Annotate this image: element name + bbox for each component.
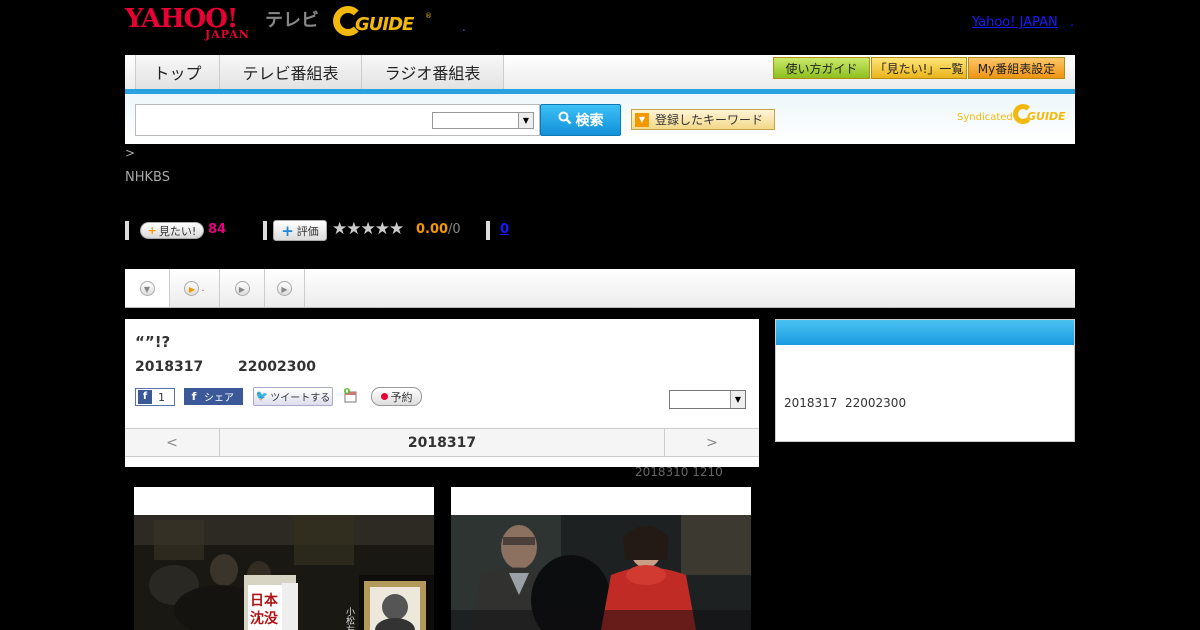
gguide-logo-text: GUIDE [355, 14, 414, 35]
scene-thumbnail-left[interactable]: 日本 沈没 小松左京 [134, 487, 434, 630]
registered-keyword-button[interactable]: ▼ 登録したキーワード [631, 109, 775, 130]
facebook-like-button[interactable]: f 1 [135, 388, 175, 406]
mitai-list-button[interactable]: 「見たい!」一覧 [871, 57, 967, 79]
tweet-button[interactable]: 🐦 ツイートする [253, 387, 333, 406]
facebook-icon: f [138, 390, 152, 404]
tweet-label: ツイートする [270, 393, 331, 404]
sidebar-time: 22002300 [845, 396, 907, 410]
japan-logo-text: JAPAN [205, 28, 250, 41]
reserve-button[interactable]: 予約 [371, 387, 422, 406]
plus-icon: + [147, 224, 157, 237]
arrow-down-icon: ▼ [635, 112, 649, 127]
guide-button[interactable]: 使い方ガイド [773, 57, 870, 79]
tab-detail[interactable]: ▼ [125, 269, 170, 307]
current-date: 2018317 [407, 434, 477, 451]
registered-mark: ® [425, 12, 432, 20]
header-dot: . [462, 20, 466, 34]
stat-divider [263, 221, 267, 240]
tab-radio-schedule[interactable]: ラジオ番組表 [361, 55, 504, 89]
rate-button[interactable]: + 評価 [273, 220, 327, 241]
syndicated-label: Syndicated [957, 112, 1013, 123]
yahoo-japan-link[interactable]: Yahoo! JAPAN [972, 15, 1058, 30]
search-button-label: 検索 [575, 113, 604, 129]
updated-timestamp: 2018310 1210 [635, 465, 723, 479]
program-action-select[interactable]: ▼ [669, 390, 746, 409]
stat-divider [125, 221, 129, 240]
search-category-select[interactable]: ▼ [432, 112, 534, 129]
detail-tabs: ▼ ▶ . ▶ ▶ [125, 269, 1075, 308]
stat-divider [486, 221, 490, 240]
rate-label: 評価 [296, 224, 319, 238]
scene-image-funeral: 日本 沈没 小松左京 [134, 515, 434, 630]
tab-third[interactable]: ▶ [220, 269, 265, 307]
program-time: 22002300 [238, 359, 316, 375]
facebook-icon: f [191, 389, 197, 403]
mitai-label: 見たい! [158, 224, 197, 238]
syndicated-gguide-logo: Syndicated GUIDE [957, 104, 1072, 128]
twitter-bird-icon: 🐦 [255, 391, 269, 402]
date-navigation: < 2018317 > [125, 428, 759, 457]
facebook-share-label: シェア [204, 393, 234, 404]
gguide-logo[interactable]: GUIDE ® [333, 6, 433, 42]
thumbnail-caption [451, 487, 751, 515]
tab-top[interactable]: トップ [135, 55, 220, 89]
reserve-label: 予約 [390, 390, 413, 404]
book-title-text: 日本 [250, 592, 279, 609]
plus-icon: + [281, 221, 294, 240]
tab-second-label: . [201, 282, 205, 294]
my-schedule-button[interactable]: My番組表設定 [968, 57, 1065, 79]
main-nav: トップ テレビ番組表 ラジオ番組表 使い方ガイド 「見たい!」一覧 My番組表設… [125, 55, 1075, 94]
program-title: “”!? [135, 333, 171, 351]
play-icon: ▶ [184, 280, 200, 296]
sidebar-panel [775, 319, 1075, 442]
tab-fourth[interactable]: ▶ [265, 269, 305, 307]
mitai-count: 84 [208, 222, 227, 237]
tab-second[interactable]: ▶ . [170, 269, 220, 307]
scene-thumbnail-right[interactable] [451, 487, 751, 630]
play-icon: ▶ [234, 280, 250, 296]
review-count-link[interactable]: 0 [500, 222, 509, 237]
calendar-add-icon[interactable] [343, 388, 359, 404]
chevron-down-icon: ▼ [139, 280, 155, 296]
rating-count: /0 [448, 222, 461, 237]
registered-keyword-label: 登録したキーワード [655, 113, 764, 127]
play-icon: ▶ [277, 280, 292, 296]
search-icon [558, 111, 572, 129]
record-icon [380, 393, 388, 400]
mitai-button[interactable]: + 見たい! [140, 222, 204, 239]
chevron-down-icon: ▼ [518, 113, 533, 128]
yahoo-japan-logo[interactable]: YAHOO! JAPAN [125, 4, 263, 41]
program-date: 2018317 [135, 359, 204, 375]
sidebar-date: 2018317 [784, 396, 838, 410]
book-author-text: 小松左京 [344, 607, 355, 630]
facebook-share-button[interactable]: f シェア [184, 388, 243, 405]
rating-score: 0.00 [416, 222, 449, 237]
header-link-dot: . [1070, 15, 1075, 30]
thumbnail-caption [134, 487, 434, 515]
rating-stars: ★★★★★ [332, 219, 404, 239]
scene-image-interview [451, 515, 751, 630]
syndicated-logo-text: GUIDE [1027, 110, 1066, 123]
tab-tv-schedule[interactable]: テレビ番組表 [219, 55, 362, 89]
channel-name: NHKBS [125, 170, 170, 185]
tv-label: テレビ [265, 10, 319, 31]
prev-date-button[interactable]: < [125, 429, 220, 456]
book-title-text: 沈没 [250, 610, 279, 627]
search-button[interactable]: 検索 [540, 104, 621, 136]
facebook-like-count: 1 [158, 390, 165, 404]
chevron-down-icon: ▼ [730, 391, 745, 408]
sidebar-header [776, 320, 1074, 345]
next-date-button[interactable]: > [664, 429, 759, 456]
breadcrumb[interactable]: > [125, 146, 135, 160]
